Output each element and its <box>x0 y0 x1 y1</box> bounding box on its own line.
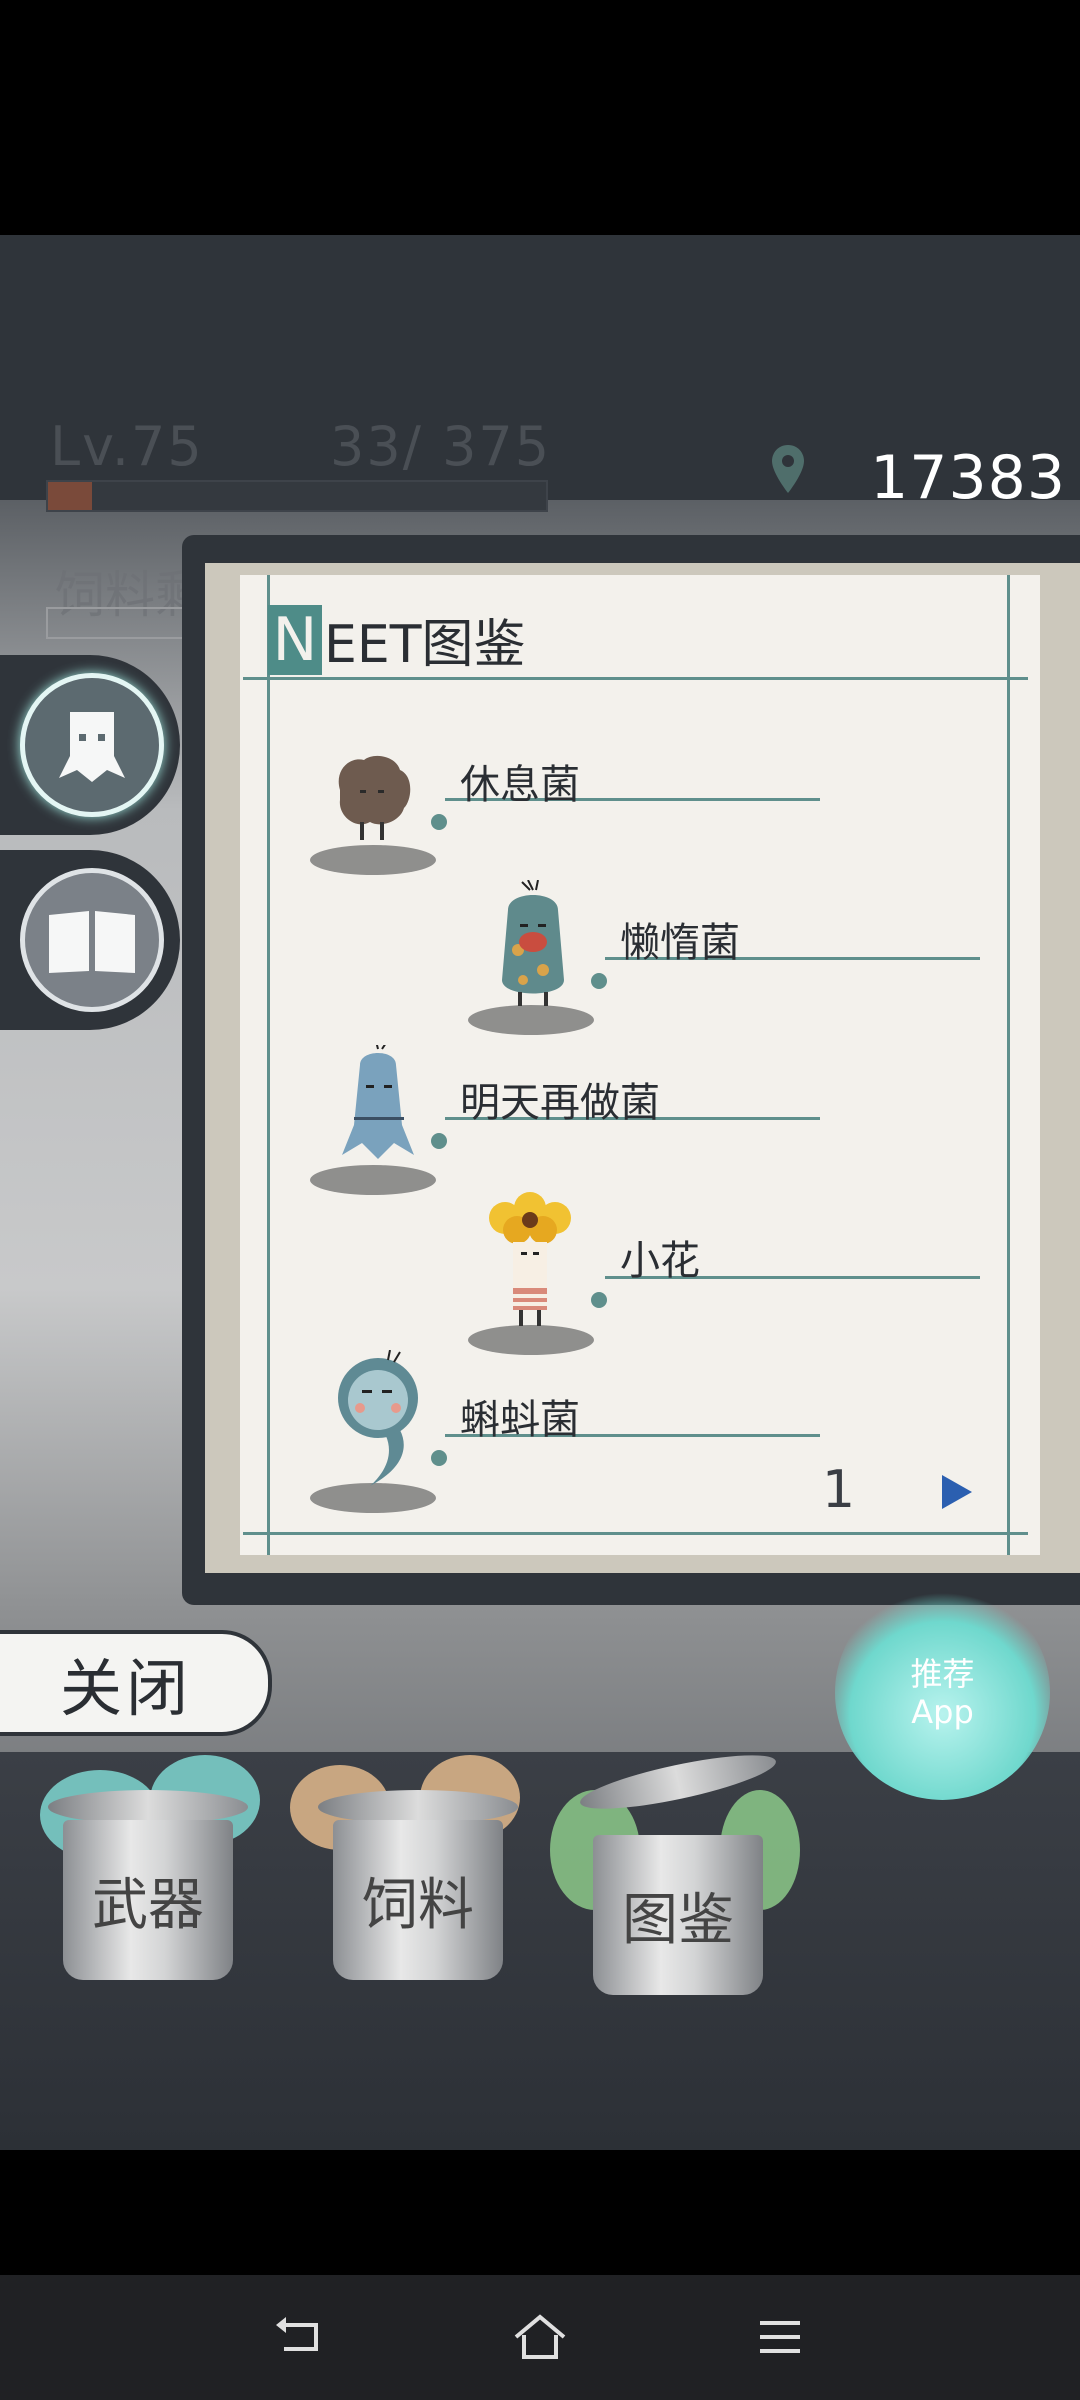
entry-dot <box>591 973 607 989</box>
exp-bar-fill <box>48 482 92 510</box>
title-initial: N <box>268 604 322 675</box>
status-area <box>0 0 1080 235</box>
bottom-rule <box>243 1532 1028 1535</box>
close-button[interactable]: 关闭 <box>0 1630 272 1736</box>
tadpole-fungus-icon <box>338 1350 418 1486</box>
little-flower-icon <box>489 1192 571 1326</box>
title-rule <box>243 677 1028 680</box>
recommend-app-button[interactable]: 推荐 App <box>835 1585 1050 1800</box>
lazy-fungus-icon <box>502 880 564 1006</box>
margin-line-right <box>1007 575 1010 1555</box>
bin-lid <box>318 1790 518 1824</box>
entry-name: 蝌蚪菌 <box>460 1397 580 1443</box>
entry-dot <box>431 1133 447 1149</box>
letterbox-bottom <box>0 2150 1080 2275</box>
page-number: 1 <box>822 1460 856 1520</box>
entry-name: 懒惰菌 <box>620 920 740 966</box>
triangle-right-icon[interactable] <box>942 1475 972 1509</box>
creature-tab-button[interactable] <box>0 655 180 835</box>
book-tab-button[interactable] <box>0 850 180 1030</box>
bin-lid <box>48 1790 248 1824</box>
weapon-bin: 武器 <box>63 1820 233 1980</box>
title-text: EET图鉴 <box>324 615 526 675</box>
feed-bin: 饲料 <box>333 1820 503 1980</box>
entry-dot <box>431 814 447 830</box>
entry-name: 小花 <box>620 1238 700 1284</box>
entry-name: 明天再做菌 <box>460 1080 660 1126</box>
recommend-line1: 推荐 <box>910 1654 975 1693</box>
creature-shadow <box>310 845 436 875</box>
exp-label: 33/ 375 <box>330 415 552 478</box>
encyclopedia-bin: 图鉴 <box>593 1835 763 1995</box>
system-nav-bar <box>0 2275 1080 2400</box>
coin-count: 17383 <box>870 443 1066 513</box>
book-icon <box>49 911 135 973</box>
recommend-line2: App <box>911 1692 974 1731</box>
back-icon[interactable] <box>268 2305 332 2369</box>
level-label: Lv.75 <box>50 415 204 478</box>
rest-fungus-icon <box>338 755 411 840</box>
entry-dot <box>431 1450 447 1466</box>
book-tab-circle <box>20 868 164 1012</box>
exp-bar <box>46 480 548 512</box>
book-title: N EET图鉴 <box>268 602 525 677</box>
tomorrow-fungus-icon <box>342 1045 414 1159</box>
margin-line-left <box>267 575 270 1555</box>
entry-dot <box>591 1292 607 1308</box>
home-icon[interactable] <box>508 2305 572 2369</box>
creature-tab-circle <box>20 673 164 817</box>
location-pin-icon <box>772 445 804 493</box>
menu-icon[interactable] <box>748 2305 812 2369</box>
creature-icon <box>59 712 125 782</box>
entry-name: 休息菌 <box>460 762 580 808</box>
